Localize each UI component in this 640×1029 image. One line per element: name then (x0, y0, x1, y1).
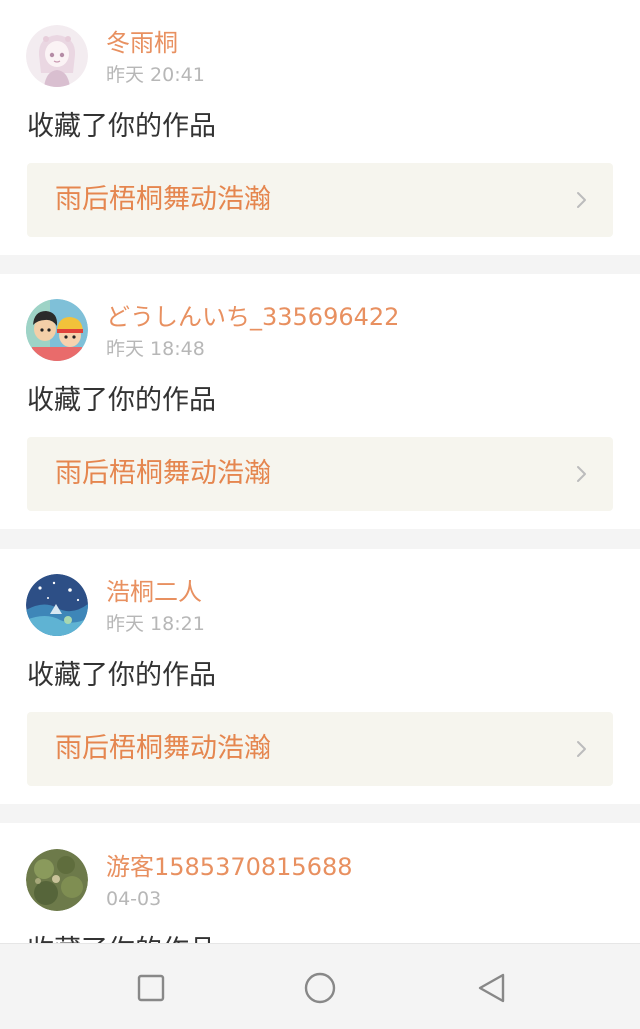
back-button[interactable] (472, 968, 512, 1008)
username[interactable]: 冬雨桐 (106, 28, 178, 58)
action-text: 收藏了你的作品 (27, 660, 216, 691)
timestamp: 昨天 18:48 (106, 338, 205, 360)
work-link[interactable]: 雨后梧桐舞动浩瀚 (27, 437, 613, 511)
notification-card: 浩桐二人 昨天 18:21 收藏了你的作品 雨后梧桐舞动浩瀚 (0, 549, 640, 804)
notification-card: 冬雨桐 昨天 20:41 收藏了你的作品 雨后梧桐舞动浩瀚 (0, 0, 640, 255)
avatar[interactable] (26, 299, 88, 361)
timestamp: 昨天 20:41 (106, 64, 205, 86)
timestamp: 昨天 18:21 (106, 613, 205, 635)
notification-card: 游客1585370815688 04-03 收藏了你的作品 (0, 823, 640, 943)
anime-girl-avatar-icon (26, 25, 88, 87)
nature-photo-avatar-icon (26, 849, 88, 911)
avatar[interactable] (26, 574, 88, 636)
action-text: 收藏了你的作品 (27, 934, 216, 943)
work-link[interactable]: 雨后梧桐舞动浩瀚 (27, 163, 613, 237)
notification-screen: 冬雨桐 昨天 20:41 收藏了你的作品 雨后梧桐舞动浩瀚 どうしんいち_335… (0, 0, 640, 1029)
action-text: 收藏了你的作品 (27, 385, 216, 416)
system-navigation-bar (0, 943, 640, 1029)
avatar[interactable] (26, 849, 88, 911)
work-title: 雨后梧桐舞动浩瀚 (55, 184, 271, 215)
action-text: 收藏了你的作品 (27, 111, 216, 142)
starry-sky-avatar-icon (26, 574, 88, 636)
avatar[interactable] (26, 25, 88, 87)
username[interactable]: 浩桐二人 (106, 577, 202, 607)
work-title: 雨后梧桐舞动浩瀚 (55, 733, 271, 764)
username[interactable]: どうしんいち_335696422 (106, 302, 399, 332)
username[interactable]: 游客1585370815688 (106, 852, 353, 882)
notification-card: どうしんいち_335696422 昨天 18:48 收藏了你的作品 雨后梧桐舞动… (0, 274, 640, 529)
chevron-right-icon (577, 466, 586, 482)
timestamp: 04-03 (106, 888, 162, 910)
recent-apps-button[interactable] (131, 968, 171, 1008)
notification-feed: 冬雨桐 昨天 20:41 收藏了你的作品 雨后梧桐舞动浩瀚 どうしんいち_335… (0, 0, 640, 943)
chevron-right-icon (577, 741, 586, 757)
square-icon (137, 974, 165, 1002)
work-link[interactable]: 雨后梧桐舞动浩瀚 (27, 712, 613, 786)
triangle-back-icon (478, 973, 505, 1003)
home-button[interactable] (300, 968, 340, 1008)
cartoon-kids-avatar-icon (26, 299, 88, 361)
work-title: 雨后梧桐舞动浩瀚 (55, 458, 271, 489)
circle-icon (304, 972, 336, 1004)
chevron-right-icon (577, 192, 586, 208)
